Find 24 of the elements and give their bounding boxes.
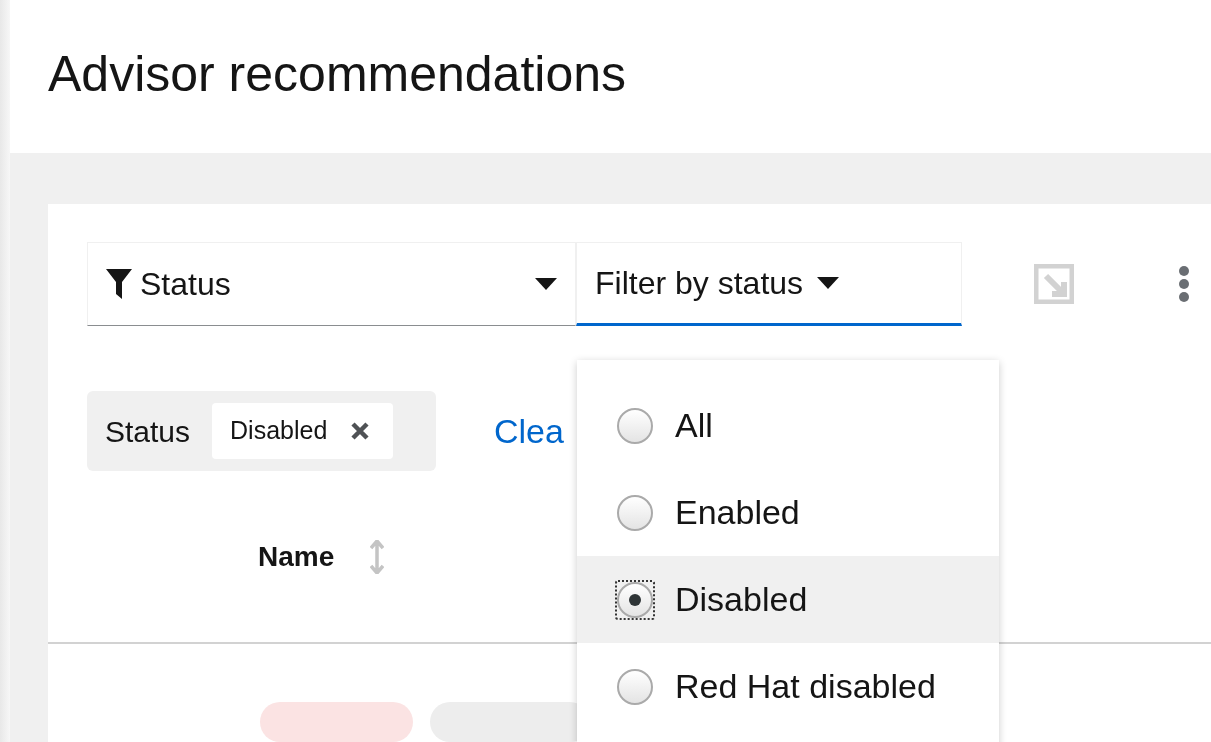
radio-button[interactable] — [615, 579, 655, 620]
status-option[interactable]: Red Hat disabled — [577, 643, 999, 730]
filter-icon — [106, 269, 132, 299]
caret-icon — [535, 278, 557, 290]
page-title: Advisor recommendations — [48, 45, 627, 104]
option-label: All — [675, 405, 713, 446]
chip-group-label: Status — [105, 413, 191, 450]
kebab-menu-icon[interactable] — [1178, 265, 1190, 303]
attribute-select[interactable]: Status — [87, 242, 576, 326]
select-placeholder: Filter by status — [595, 264, 804, 303]
export-icon[interactable] — [1034, 264, 1074, 304]
option-label: Disabled — [675, 579, 808, 620]
caret-icon — [817, 277, 840, 289]
status-option[interactable]: All — [577, 382, 999, 469]
option-label: Red Hat disabled — [675, 666, 936, 707]
clear-filters-link[interactable]: Clea — [494, 405, 564, 457]
status-option[interactable]: Enabled — [577, 469, 999, 556]
status-option[interactable]: Disabled — [577, 556, 999, 643]
close-icon[interactable] — [351, 422, 370, 440]
column-header[interactable]: Name — [258, 535, 385, 578]
chip-label: Disabled — [230, 415, 328, 447]
status-filter-select[interactable]: Filter by status — [576, 242, 962, 326]
select-label: Status — [140, 265, 232, 304]
option-label: Enabled — [675, 492, 800, 533]
